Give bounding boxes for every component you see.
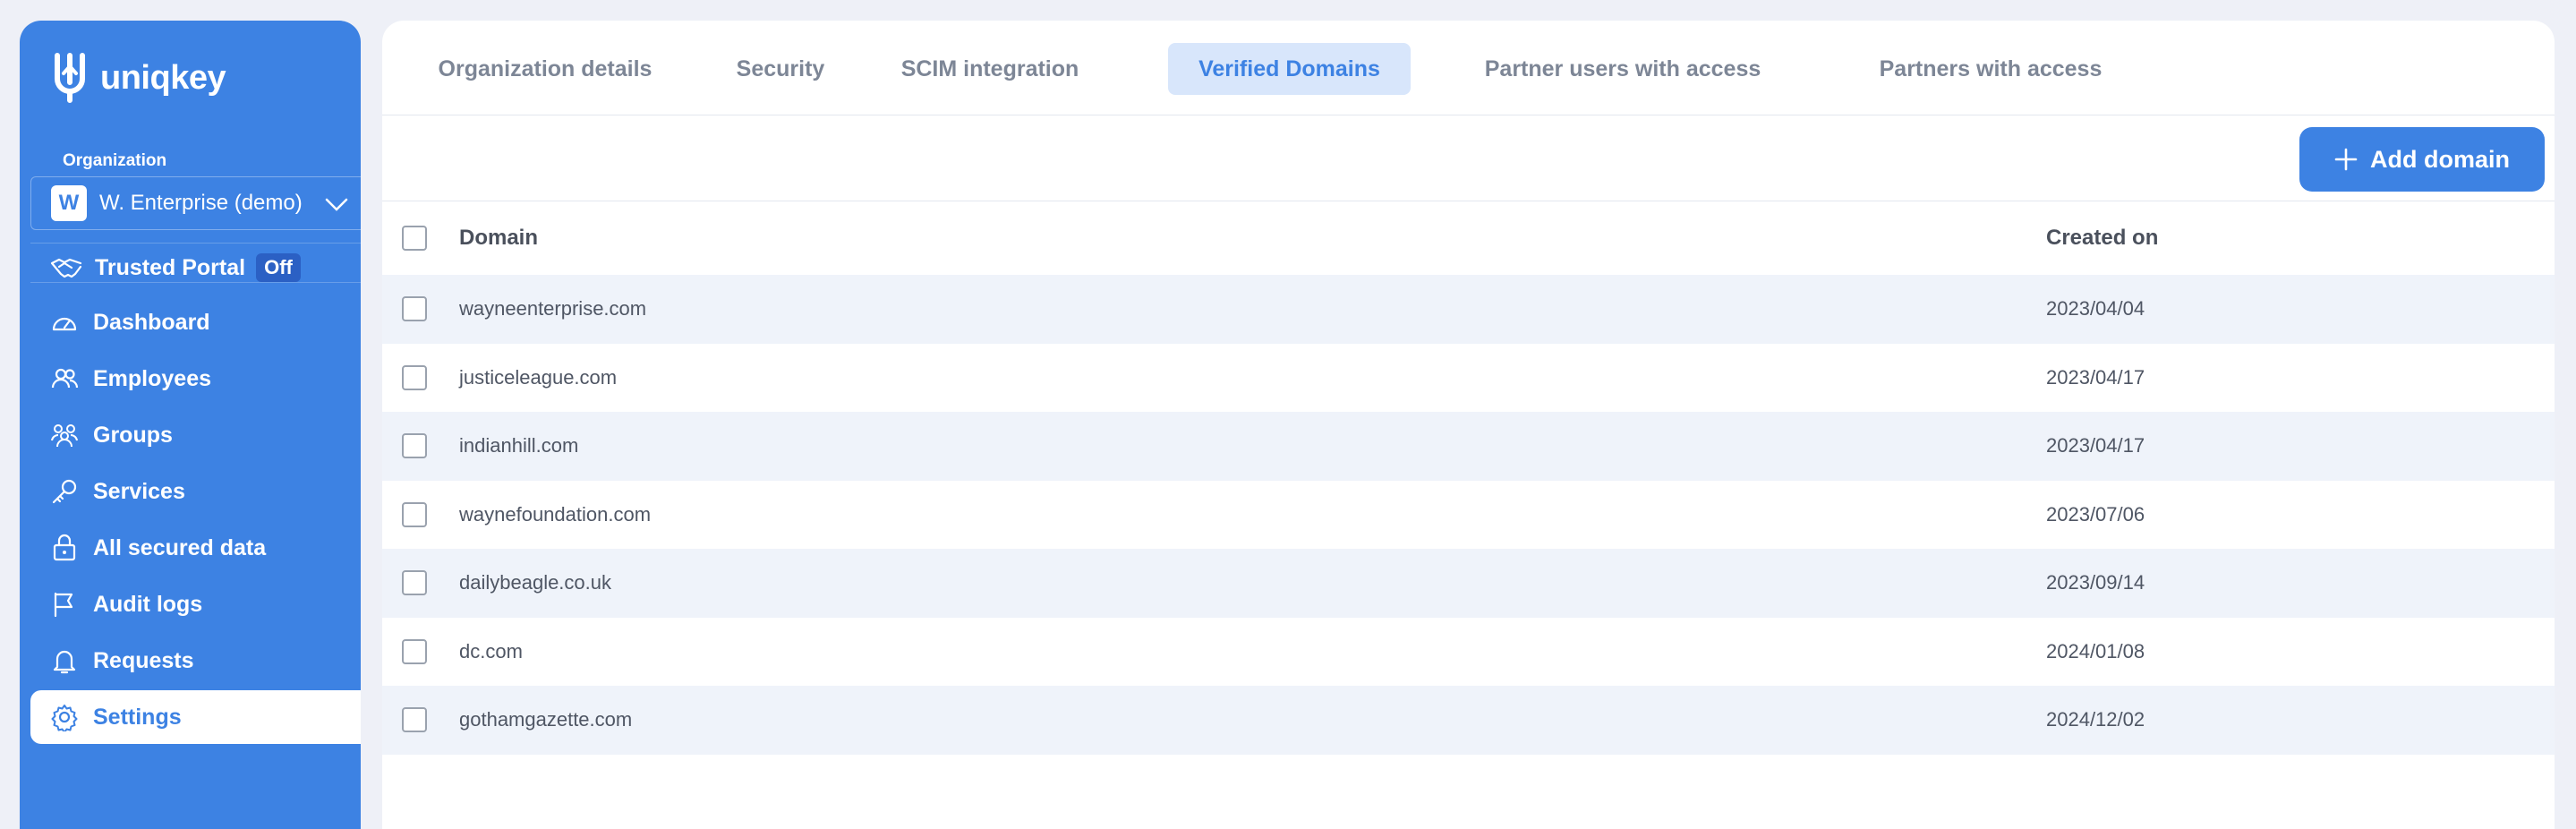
sidebar-item-label: Employees [93,365,212,391]
flag-icon [50,590,79,619]
row-checkbox[interactable] [402,296,427,322]
divider [30,282,361,283]
table-row[interactable]: wayneenterprise.com 2023/04/04 [382,275,2555,344]
logo-text: uniqkey [100,58,226,97]
created-on-cell: 2023/07/06 [2046,502,2145,526]
table-row[interactable]: gothamgazette.com 2024/12/02 [382,686,2555,755]
domain-cell: dc.com [459,639,523,662]
tab-partners-with-access[interactable]: Partners with access [1838,43,2143,95]
add-domain-button[interactable]: Add domain [2299,127,2545,192]
domain-cell: dailybeagle.co.uk [459,571,612,594]
group-icon [50,421,79,449]
gear-icon [50,703,79,731]
sidebar-item-label: Dashboard [93,309,210,335]
sidebar-item-services[interactable]: Services [30,465,361,518]
organization-selector[interactable]: W W. Enterprise (demo) [30,176,361,230]
domains-table: Domain Created on wayneenterprise.com 20… [382,201,2555,755]
tab-organization-details[interactable]: Organization details [411,43,679,95]
sidebar-item-label: Audit logs [93,591,203,617]
settings-tabs: Organization details Security SCIM integ… [382,21,2555,115]
row-checkbox[interactable] [402,364,427,390]
sidebar-item-label: Groups [93,422,173,448]
column-header-created-on[interactable]: Created on [2046,226,2158,251]
created-on-cell: 2023/04/04 [2046,297,2145,320]
gauge-icon [50,308,79,337]
table-row[interactable]: waynefoundation.com 2023/07/06 [382,481,2555,550]
chevron-down-icon [325,198,348,211]
organization-label: Organization [63,151,167,170]
created-on-cell: 2023/04/17 [2046,365,2145,389]
logo[interactable]: uniqkey [50,51,226,105]
domain-cell: indianhill.com [459,434,579,457]
table-row[interactable]: dailybeagle.co.uk 2023/09/14 [382,549,2555,618]
tab-security[interactable]: Security [718,43,843,95]
sidebar-item-requests[interactable]: Requests [30,634,361,688]
row-checkbox[interactable] [402,638,427,664]
sidebar-item-all-secured-data[interactable]: All secured data [30,521,361,575]
key-icon [50,477,79,506]
plus-icon [2334,148,2358,171]
sidebar-item-audit-logs[interactable]: Audit logs [30,577,361,631]
users-icon [50,364,79,393]
add-domain-label: Add domain [2370,145,2510,173]
status-badge: Off [256,253,301,282]
main-panel: Organization details Security SCIM integ… [382,21,2555,829]
handshake-icon [50,258,82,278]
bell-icon [50,646,79,675]
row-checkbox[interactable] [402,433,427,459]
created-on-cell: 2023/09/14 [2046,571,2145,594]
table-row[interactable]: indianhill.com 2023/04/17 [382,412,2555,481]
domain-cell: gothamgazette.com [459,708,633,731]
sidebar-item-dashboard[interactable]: Dashboard [30,295,361,349]
org-avatar: W [51,185,87,221]
table-row[interactable]: justiceleague.com 2023/04/17 [382,344,2555,413]
created-on-cell: 2024/01/08 [2046,639,2145,662]
trusted-portal-label: Trusted Portal [95,254,246,280]
sidebar-item-settings[interactable]: Settings [30,690,361,744]
sidebar-item-label: Settings [93,704,182,730]
uniqkey-logo-icon [55,53,85,103]
lock-icon [50,534,79,562]
tab-verified-domains[interactable]: Verified Domains [1168,43,1411,95]
tab-scim-integration[interactable]: SCIM integration [883,43,1097,95]
domain-cell: wayneenterprise.com [459,297,647,320]
sidebar-item-label: Services [93,478,185,504]
domain-cell: justiceleague.com [459,365,618,389]
row-checkbox[interactable] [402,570,427,596]
sidebar-item-label: Requests [93,647,194,673]
org-name: W. Enterprise (demo) [99,191,303,215]
domain-cell: waynefoundation.com [459,502,652,526]
sidebar-item-label: All secured data [93,534,267,560]
row-checkbox[interactable] [402,501,427,527]
sidebar-item-employees[interactable]: Employees [30,352,361,406]
tab-partner-users-with-access[interactable]: Partner users with access [1444,43,1802,95]
created-on-cell: 2024/12/02 [2046,708,2145,731]
created-on-cell: 2023/04/17 [2046,434,2145,457]
row-checkbox[interactable] [402,707,427,733]
table-header: Domain Created on [382,201,2555,275]
toolbar: Add domain [382,115,2555,201]
sidebar: uniqkey Organization W W. Enterprise (de… [20,21,361,829]
select-all-checkbox[interactable] [402,226,427,251]
table-row[interactable]: dc.com 2024/01/08 [382,618,2555,687]
column-header-domain[interactable]: Domain [459,226,538,251]
divider [30,243,361,244]
sidebar-item-groups[interactable]: Groups [30,408,361,462]
